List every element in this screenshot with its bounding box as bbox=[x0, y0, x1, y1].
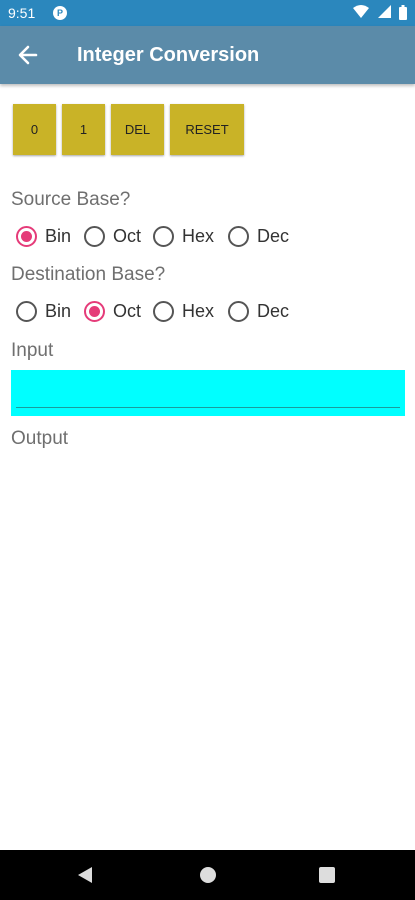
radio-label: Bin bbox=[45, 301, 72, 321]
radio-label: Hex bbox=[182, 226, 215, 246]
source-base-label: Source Base? bbox=[11, 189, 131, 210]
reset-button[interactable]: RESET bbox=[170, 104, 244, 155]
radio-label: Oct bbox=[113, 301, 142, 321]
status-bar: 9:51 P bbox=[0, 0, 415, 26]
radio-circle bbox=[228, 301, 249, 322]
radio-circle bbox=[16, 301, 37, 322]
radio-circle bbox=[228, 226, 249, 247]
destination-base-label: Destination Base? bbox=[11, 264, 166, 285]
navigation-bar bbox=[0, 850, 415, 900]
wifi-icon bbox=[353, 5, 370, 18]
app-bar: Integer Conversion bbox=[0, 26, 415, 84]
page-title: Integer Conversion bbox=[77, 44, 260, 66]
back-button[interactable] bbox=[14, 42, 44, 68]
source-base-radio-group: Bin Oct Hex Dec bbox=[16, 224, 406, 250]
radio-label: Oct bbox=[113, 226, 142, 246]
radio-circle bbox=[153, 226, 174, 247]
radio-label: Dec bbox=[257, 226, 290, 246]
radio-circle bbox=[153, 301, 174, 322]
radio-circle bbox=[84, 301, 105, 322]
signal-icon bbox=[377, 5, 391, 18]
nav-back-icon[interactable] bbox=[78, 867, 92, 883]
output-label: Output bbox=[11, 428, 69, 449]
destination-base-radio-group: Bin Oct Hex Dec bbox=[16, 299, 406, 325]
key-1-button[interactable]: 1 bbox=[62, 104, 105, 155]
status-time: 9:51 bbox=[8, 5, 36, 21]
radio-label: Hex bbox=[182, 301, 215, 321]
radio-circle bbox=[16, 226, 37, 247]
nav-home-icon[interactable] bbox=[200, 867, 216, 883]
nav-recents-icon[interactable] bbox=[319, 867, 335, 883]
input-field[interactable] bbox=[11, 370, 405, 416]
battery-icon bbox=[399, 5, 407, 20]
key-0-button[interactable]: 0 bbox=[13, 104, 56, 155]
input-underline bbox=[16, 406, 400, 408]
radio-label: Bin bbox=[45, 226, 72, 246]
arrow-left-icon bbox=[18, 45, 38, 65]
circle-p-icon: P bbox=[53, 6, 67, 20]
input-label: Input bbox=[11, 340, 54, 361]
radio-label: Dec bbox=[257, 301, 290, 321]
status-icons bbox=[349, 5, 407, 21]
radio-circle bbox=[84, 226, 105, 247]
delete-button[interactable]: DEL bbox=[111, 104, 164, 155]
